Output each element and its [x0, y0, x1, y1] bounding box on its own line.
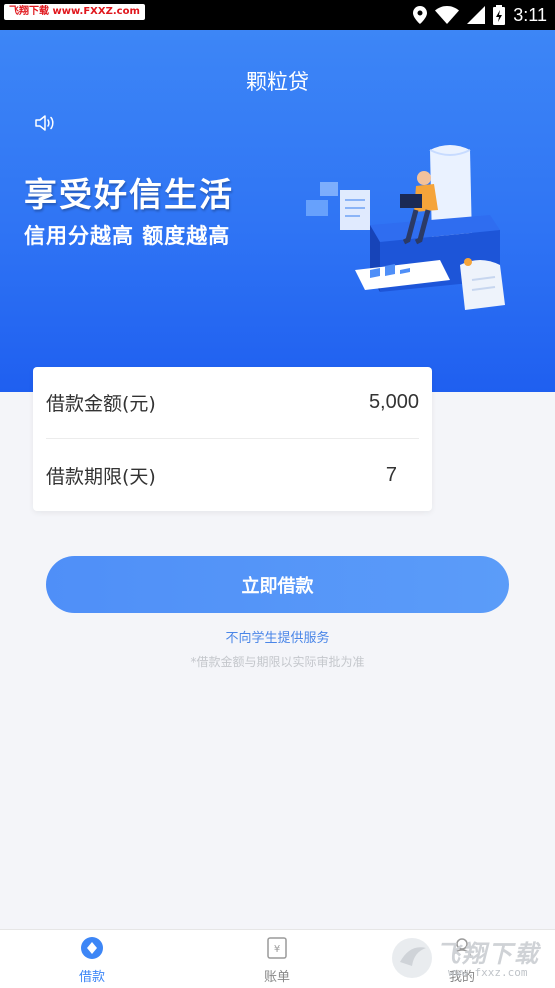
- battery-icon: [493, 5, 506, 25]
- clock: 3:11: [513, 4, 547, 25]
- loan-icon: [81, 937, 103, 959]
- amount-value[interactable]: 5,000: [369, 391, 419, 414]
- term-row[interactable]: 借款期限(天) 7: [46, 439, 419, 511]
- amount-label: 借款金额(元): [46, 393, 156, 415]
- watermark-logo-icon: [392, 938, 432, 978]
- amount-row[interactable]: 借款金额(元) 5,000: [46, 367, 419, 439]
- loan-form-card: 借款金额(元) 5,000 借款期限(天) 7: [33, 367, 432, 511]
- svg-text:¥: ¥: [274, 944, 280, 955]
- signal-icon: [467, 6, 486, 24]
- approval-disclaimer: *借款金额与期限以实际审批为准: [190, 655, 365, 669]
- watermark-text: 飞翔下载: [436, 940, 540, 968]
- banner-subslogan: 信用分越高 额度越高: [24, 224, 231, 248]
- status-bar: 飞翔下载 www.FXXZ.com 3:11: [0, 0, 555, 30]
- speaker-icon[interactable]: [34, 114, 58, 132]
- nav-item-bill[interactable]: ¥ 账单: [222, 930, 332, 988]
- term-label: 借款期限(天): [46, 465, 156, 488]
- student-notice-link[interactable]: 不向学生提供服务: [0, 627, 555, 646]
- nav-label-bill: 账单: [263, 970, 290, 985]
- page-title: 颗粒贷: [246, 70, 309, 94]
- watermark-label: 飞翔下载 www.FXXZ.com: [4, 4, 145, 20]
- banner-slogan: 享受好信生活: [24, 175, 234, 214]
- wifi-icon: [435, 6, 460, 24]
- nav-label-loan: 借款: [78, 970, 105, 985]
- watermark-url: www.fxxz.com: [448, 966, 528, 979]
- bill-icon: ¥: [267, 937, 287, 959]
- borrow-now-button[interactable]: 立即借款: [46, 556, 509, 613]
- term-value[interactable]: 7: [386, 464, 397, 487]
- location-icon: [413, 6, 428, 24]
- hero-banner: 颗粒贷 享受好信生活 信用分越高 额度越高: [0, 30, 555, 392]
- nav-item-loan[interactable]: 借款: [37, 930, 147, 988]
- office-illustration: [306, 145, 505, 310]
- corner-watermark: 飞翔下载 www.fxxz.com: [390, 930, 550, 986]
- status-icons: 3:11: [413, 0, 547, 30]
